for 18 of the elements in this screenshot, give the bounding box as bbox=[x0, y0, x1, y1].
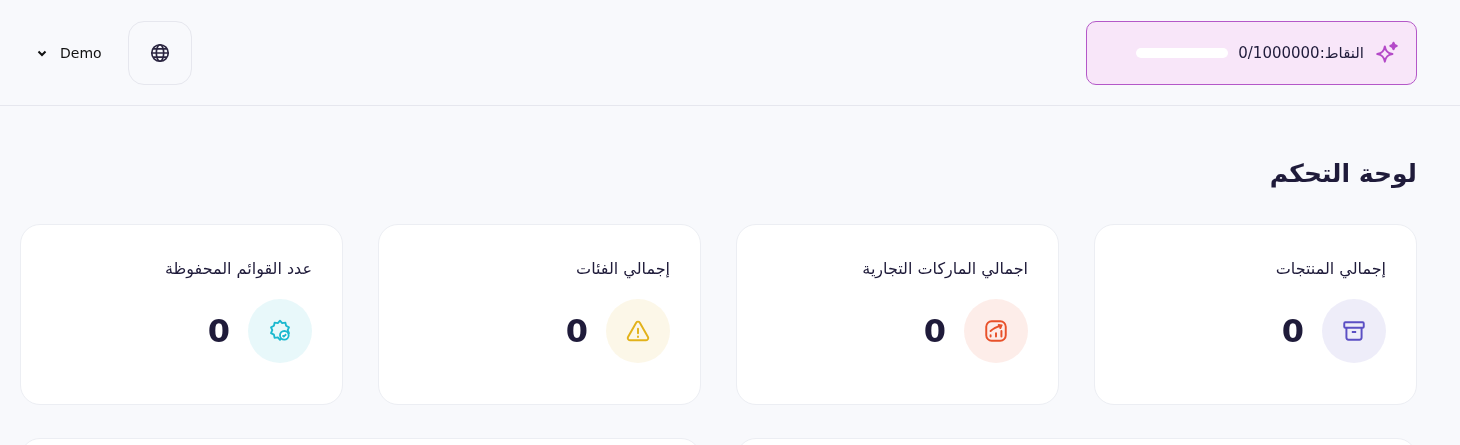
stat-value: 0 bbox=[565, 312, 588, 350]
chart-icon bbox=[983, 318, 1009, 344]
stat-value: 0 bbox=[1281, 312, 1304, 350]
stat-title: إجمالي المنتجات bbox=[1274, 259, 1386, 281]
stat-value: 0 bbox=[207, 312, 230, 350]
stat-value: 0 bbox=[923, 312, 946, 350]
stat-title: إجمالي الفئات bbox=[575, 259, 670, 281]
warning-icon bbox=[625, 318, 651, 344]
points-text: النقاط:0/1000000 bbox=[1238, 43, 1364, 62]
box-icon bbox=[1341, 318, 1367, 344]
stat-title: اجمالي الماركات التجارية bbox=[861, 259, 1028, 281]
sparkle-icon bbox=[1374, 39, 1400, 66]
stat-title: عدد القوائم المحفوظة bbox=[163, 259, 312, 281]
globe-icon bbox=[148, 41, 171, 64]
gear-check-icon bbox=[267, 318, 293, 344]
language-button[interactable] bbox=[127, 20, 192, 85]
page-title: لوحة التحكم bbox=[1268, 158, 1417, 190]
user-menu[interactable]: Demo bbox=[36, 44, 102, 61]
